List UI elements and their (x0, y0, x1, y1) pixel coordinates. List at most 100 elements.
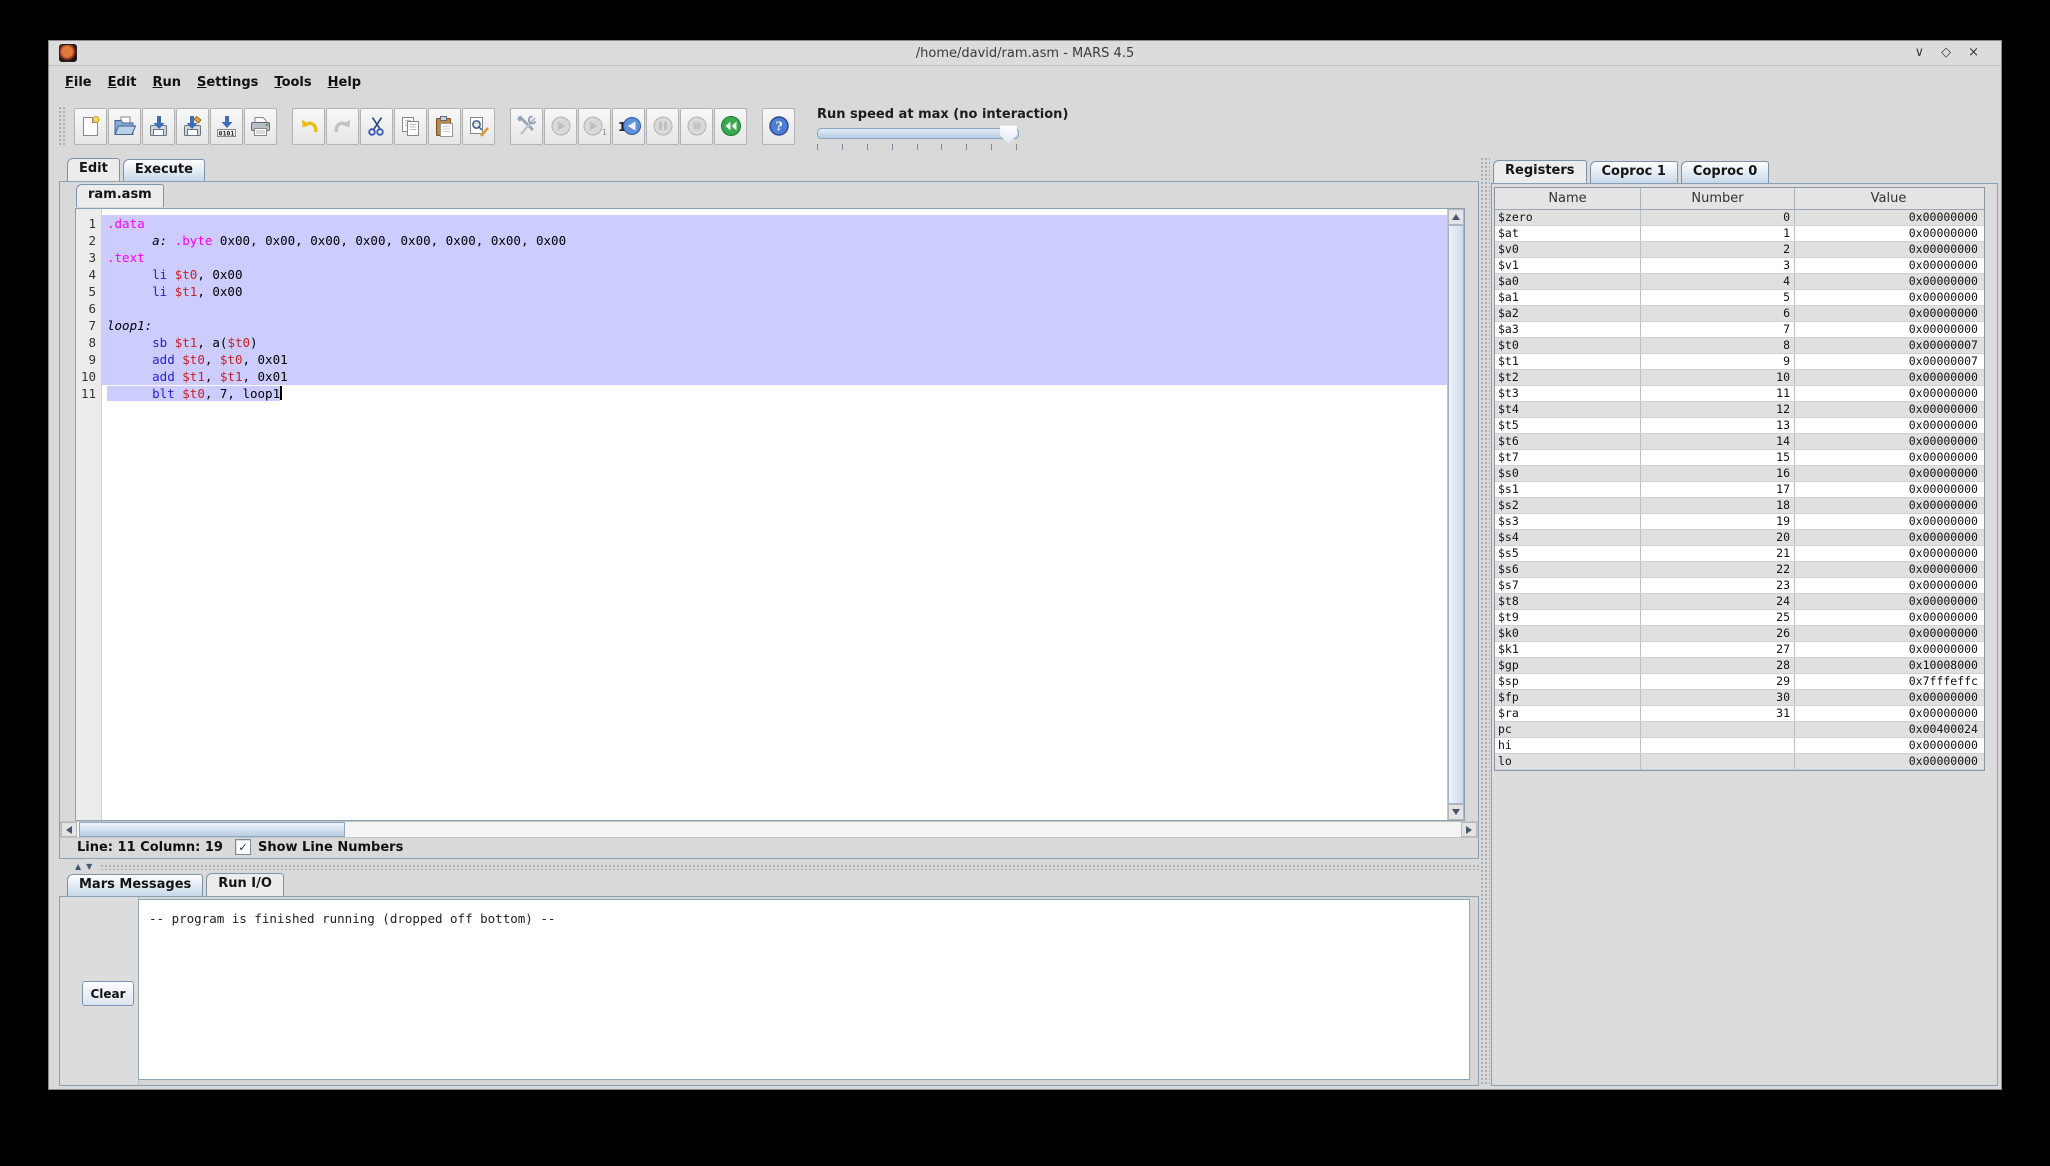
register-row[interactable]: $t8 24 0x00000000 (1495, 594, 1984, 610)
register-value[interactable]: 0x00000000 (1795, 210, 1982, 225)
register-value[interactable]: 0x00000000 (1795, 450, 1982, 465)
register-row[interactable]: $t2 10 0x00000000 (1495, 370, 1984, 386)
splitter-collapse-down-icon[interactable]: ▼ (86, 863, 92, 871)
register-value[interactable]: 0x00000000 (1795, 258, 1982, 273)
menu-file[interactable]: File (57, 71, 100, 94)
reset-button[interactable] (714, 107, 747, 145)
register-row[interactable]: $t5 13 0x00000000 (1495, 418, 1984, 434)
menu-edit[interactable]: Edit (100, 71, 145, 94)
register-row[interactable]: $t4 12 0x00000000 (1495, 402, 1984, 418)
register-row[interactable]: $k1 27 0x00000000 (1495, 642, 1984, 658)
register-row[interactable]: $s2 18 0x00000000 (1495, 498, 1984, 514)
vertical-splitter[interactable] (1480, 157, 1490, 1086)
tab-registers[interactable]: Registers (1493, 160, 1587, 183)
help-button[interactable]: ? (762, 107, 795, 145)
file-tab-ram-asm[interactable]: ram.asm (76, 184, 164, 207)
horizontal-scroll-track[interactable] (77, 822, 1461, 837)
tab-coproc-1[interactable]: Coproc 1 (1589, 161, 1678, 183)
scroll-left-button[interactable] (61, 822, 77, 837)
register-value[interactable]: 0x00000000 (1795, 226, 1982, 241)
menu-settings[interactable]: Settings (189, 71, 266, 94)
register-row[interactable]: $t3 11 0x00000000 (1495, 386, 1984, 402)
run-speed-slider-thumb[interactable] (1000, 125, 1017, 144)
register-row[interactable]: $a1 5 0x00000000 (1495, 290, 1984, 306)
code-editor[interactable]: 1 2 3 4 5 6 7 8 9 10 11 .data a: .byte 0x00, 0x00,… (75, 208, 1465, 821)
register-row[interactable]: $v0 2 0x00000000 (1495, 242, 1984, 258)
code-line[interactable]: a: .byte 0x00, 0x00, 0x00, 0x00, 0x00, 0… (102, 232, 1447, 249)
register-value[interactable]: 0x00000000 (1795, 530, 1982, 545)
code-line[interactable]: sb $t1, a($t0) (102, 334, 1447, 351)
register-row[interactable]: $k0 26 0x00000000 (1495, 626, 1984, 642)
pause-button[interactable] (646, 107, 679, 145)
register-value[interactable]: 0x00400024 (1795, 722, 1982, 737)
backstep-button[interactable]: 1 (612, 107, 645, 145)
horizontal-splitter[interactable]: ▲ ▼ (59, 861, 1479, 873)
tab-mars-messages[interactable]: Mars Messages (67, 874, 204, 896)
close-button[interactable]: × (1968, 45, 1979, 61)
code-line[interactable]: li $t0, 0x00 (102, 266, 1447, 283)
register-row[interactable]: $t6 14 0x00000000 (1495, 434, 1984, 450)
run-button[interactable] (544, 107, 577, 145)
title-bar[interactable]: /home/david/ram.asm - MARS 4.5 ∨ ◇ × (49, 41, 2001, 66)
register-value[interactable]: 0x00000000 (1795, 274, 1982, 289)
code-line[interactable]: blt $t0, 7, loop1 (102, 385, 1447, 402)
code-line[interactable]: .text (102, 249, 1447, 266)
copy-button[interactable] (394, 107, 427, 145)
register-value[interactable]: 0x00000000 (1795, 370, 1982, 385)
step-button[interactable]: 1 (578, 107, 611, 145)
register-row[interactable]: $s7 23 0x00000000 (1495, 578, 1984, 594)
code-area[interactable]: .data a: .byte 0x00, 0x00, 0x00, 0x00, 0… (102, 209, 1447, 820)
register-value[interactable]: 0x00000000 (1795, 754, 1982, 769)
paste-button[interactable] (428, 107, 461, 145)
menu-run[interactable]: Run (145, 71, 190, 94)
register-value[interactable]: 0x00000000 (1795, 402, 1982, 417)
register-value[interactable]: 0x00000000 (1795, 690, 1982, 705)
register-value[interactable]: 0x00000000 (1795, 418, 1982, 433)
register-value[interactable]: 0x00000000 (1795, 290, 1982, 305)
register-row[interactable]: $t1 9 0x00000007 (1495, 354, 1984, 370)
splitter-grip[interactable] (100, 864, 1479, 870)
register-row[interactable]: $a2 6 0x00000000 (1495, 306, 1984, 322)
menu-help[interactable]: Help (320, 71, 369, 94)
register-value[interactable]: 0x00000000 (1795, 594, 1982, 609)
register-value[interactable]: 0x7fffeffc (1795, 674, 1982, 689)
register-row[interactable]: $s1 17 0x00000000 (1495, 482, 1984, 498)
tab-coproc-0[interactable]: Coproc 0 (1680, 161, 1770, 183)
register-value[interactable]: 0x00000000 (1795, 626, 1982, 641)
register-row[interactable]: $s0 16 0x00000000 (1495, 466, 1984, 482)
run-io-output[interactable]: -- program is finished running (dropped … (138, 899, 1470, 1080)
code-line[interactable]: add $t1, $t1, 0x01 (102, 368, 1447, 385)
tab-run-i-o[interactable]: Run I/O (206, 873, 284, 896)
open-file-button[interactable] (108, 107, 141, 145)
register-value[interactable]: 0x00000000 (1795, 562, 1982, 577)
register-row[interactable]: hi 0x00000000 (1495, 738, 1984, 754)
splitter-collapse-up-icon[interactable]: ▲ (75, 863, 81, 871)
register-row[interactable]: $t9 25 0x00000000 (1495, 610, 1984, 626)
register-value[interactable]: 0x00000000 (1795, 306, 1982, 321)
register-value[interactable]: 0x00000000 (1795, 498, 1982, 513)
undo-button[interactable] (292, 107, 325, 145)
register-value[interactable]: 0x00000000 (1795, 706, 1982, 721)
register-value[interactable]: 0x00000000 (1795, 642, 1982, 657)
register-row[interactable]: $ra 31 0x00000000 (1495, 706, 1984, 722)
register-value[interactable]: 0x00000000 (1795, 482, 1982, 497)
register-row[interactable]: $t0 8 0x00000007 (1495, 338, 1984, 354)
register-value[interactable]: 0x00000000 (1795, 514, 1982, 529)
register-value[interactable]: 0x00000000 (1795, 242, 1982, 257)
minimize-button[interactable]: ∨ (1915, 45, 1925, 61)
redo-button[interactable] (326, 107, 359, 145)
register-value[interactable]: 0x00000000 (1795, 386, 1982, 401)
register-value[interactable]: 0x00000000 (1795, 578, 1982, 593)
tab-edit[interactable]: Edit (67, 158, 120, 181)
register-value[interactable]: 0x00000000 (1795, 434, 1982, 449)
scroll-down-button[interactable] (1448, 804, 1464, 820)
run-speed-slider[interactable] (817, 125, 1019, 144)
new-file-button[interactable] (74, 107, 107, 145)
scroll-right-button[interactable] (1461, 822, 1477, 837)
stop-button[interactable] (680, 107, 713, 145)
save-file-button[interactable] (142, 107, 175, 145)
print-button[interactable] (244, 107, 277, 145)
register-row[interactable]: lo 0x00000000 (1495, 754, 1984, 770)
register-value[interactable]: 0x00000007 (1795, 338, 1982, 353)
register-row[interactable]: $at 1 0x00000000 (1495, 226, 1984, 242)
